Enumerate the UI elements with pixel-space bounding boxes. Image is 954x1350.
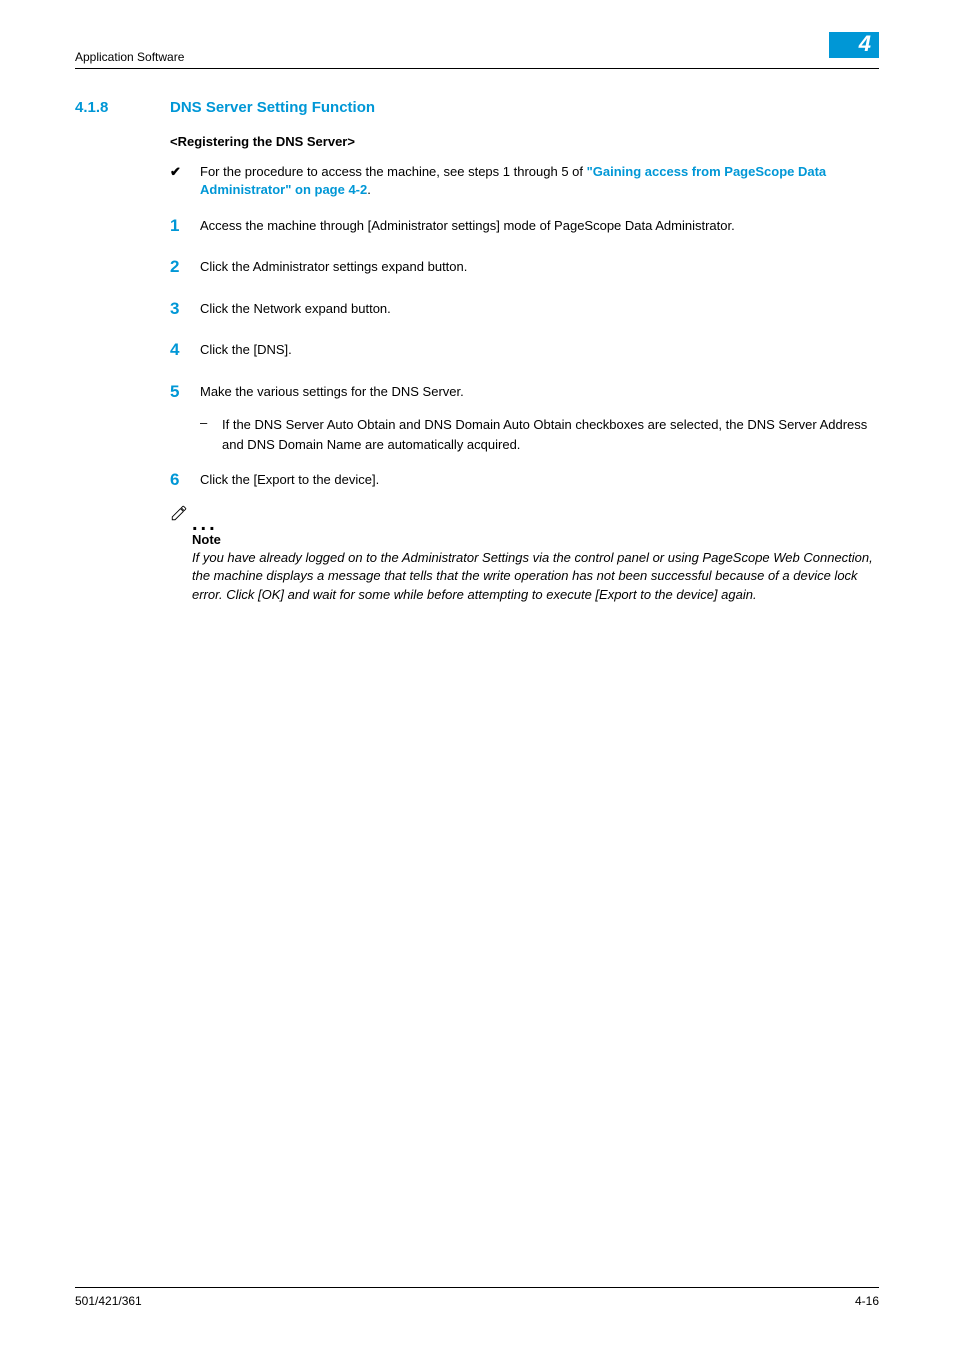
step-number: 4 [170,337,200,363]
footer-page-number: 4-16 [855,1294,879,1308]
step-number: 3 [170,296,200,322]
note-icon-row: ... [170,512,879,530]
section-number: 4.1.8 [75,99,170,116]
step-number: 1 [170,213,200,239]
note-label: Note [192,532,879,547]
section-heading: 4.1.8 DNS Server Setting Function [75,99,879,116]
step-3: 3 Click the Network expand button. [170,299,879,325]
step-5: 5 Make the various settings for the DNS … [170,382,879,408]
page-header: Application Software 4 [75,38,879,68]
page-footer: 501/421/361 4-16 [75,1287,879,1308]
footer-rule [75,1287,879,1288]
checkmark-icon: ✔ [170,163,200,199]
step-6: 6 Click the [Export to the device]. [170,470,879,496]
prereq-text-before: For the procedure to access the machine,… [200,164,587,179]
step-number: 2 [170,254,200,280]
section-body: <Registering the DNS Server> ✔ For the p… [170,134,879,605]
page: Application Software 4 4.1.8 DNS Server … [0,0,954,1350]
step-1: 1 Access the machine through [Administra… [170,216,879,242]
chapter-number-tab: 4 [829,32,879,58]
step-text: Click the [Export to the device]. [200,470,879,496]
step-text: Click the Administrator settings expand … [200,257,879,283]
prereq-text-after: . [367,182,371,197]
footer-left: 501/421/361 [75,1294,142,1308]
substep-row: – If the DNS Server Auto Obtain and DNS … [200,415,879,454]
step-number: 5 [170,379,200,405]
step-number: 6 [170,467,200,493]
step-2: 2 Click the Administrator settings expan… [170,257,879,283]
step-text: Make the various settings for the DNS Se… [200,382,879,408]
step-4: 4 Click the [DNS]. [170,340,879,366]
subheading: <Registering the DNS Server> [170,134,879,149]
step-text: Click the [DNS]. [200,340,879,366]
note-dots-icon: ... [192,518,218,530]
substep-text: If the DNS Server Auto Obtain and DNS Do… [222,415,879,454]
step-text: Click the Network expand button. [200,299,879,325]
section-title: DNS Server Setting Function [170,99,375,116]
prerequisite-text: For the procedure to access the machine,… [200,163,879,199]
header-rule [75,68,879,69]
dash-bullet: – [200,415,222,454]
prerequisite-row: ✔ For the procedure to access the machin… [170,163,879,199]
note-block: ... Note If you have already logged on t… [170,512,879,606]
step-text: Access the machine through [Administrato… [200,216,879,242]
note-pencil-icon [170,504,188,522]
note-body: If you have already logged on to the Adm… [192,549,879,606]
footer-row: 501/421/361 4-16 [75,1294,879,1308]
running-head: Application Software [75,50,184,64]
